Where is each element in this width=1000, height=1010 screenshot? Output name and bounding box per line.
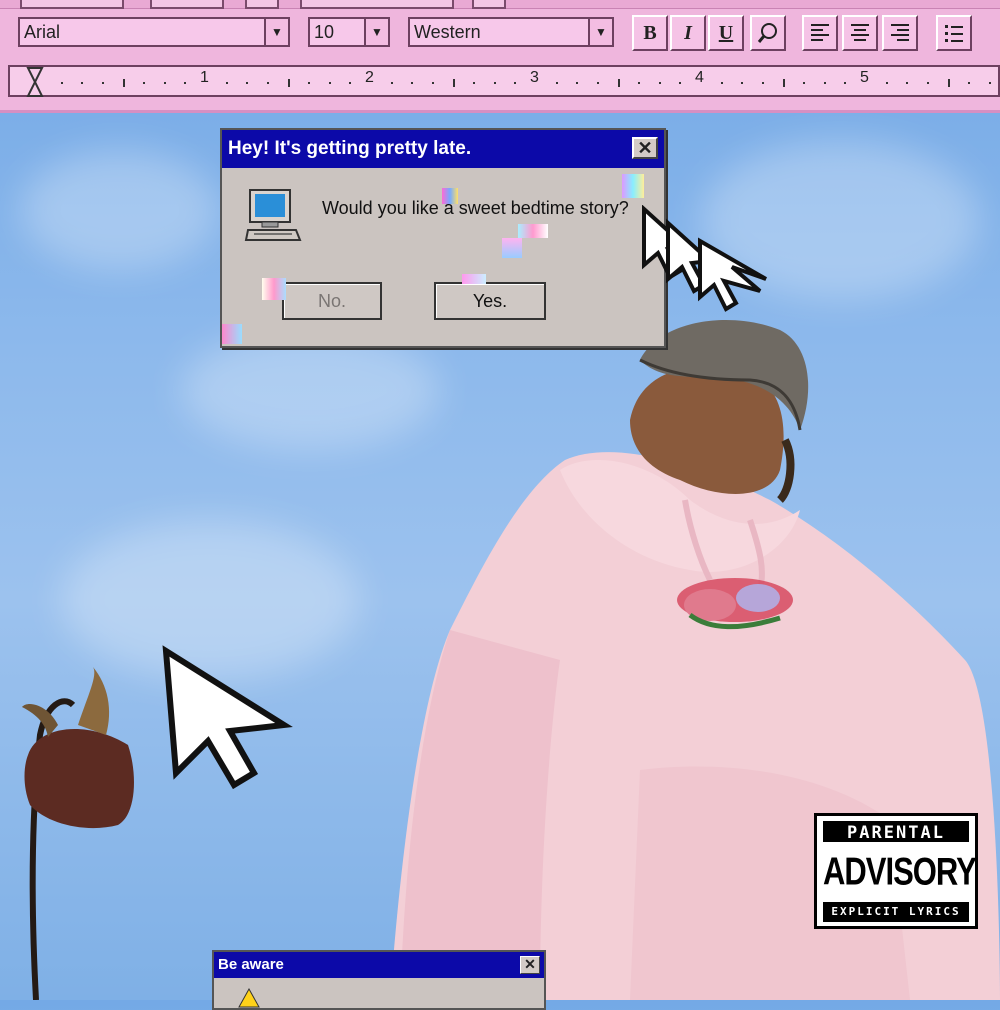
align-center-icon[interactable] — [842, 15, 878, 51]
ruler-mark — [555, 82, 558, 84]
ruler-mark — [328, 82, 331, 84]
ruler-mark — [720, 82, 723, 84]
chevron-down-icon[interactable]: ▼ — [264, 19, 288, 45]
ruler-mark — [617, 79, 620, 87]
no-button[interactable]: No. — [282, 282, 382, 320]
ruler-mark — [782, 79, 785, 87]
ruler-mark — [803, 82, 806, 84]
chevron-down-icon[interactable]: ▼ — [364, 19, 388, 45]
close-icon[interactable]: ✕ — [520, 956, 540, 974]
ruler-mark — [266, 82, 269, 84]
yes-button[interactable]: Yes. — [434, 282, 546, 320]
dialog-title: Hey! It's getting pretty late. — [222, 130, 664, 168]
highlight-icon[interactable] — [750, 15, 786, 51]
glitch-artifact — [518, 224, 548, 238]
glitch-artifact — [462, 274, 486, 284]
ruler-mark — [761, 82, 764, 84]
be-aware-dialog: Be aware ✕ — [212, 950, 546, 1010]
computer-icon — [244, 189, 302, 241]
advisory-bottom: EXPLICIT LYRICS — [823, 902, 969, 922]
ruler-mark — [225, 82, 228, 84]
dialog-message: Would you like a sweet bedtime story? — [322, 198, 629, 218]
glitch-artifact — [262, 278, 286, 300]
dialog2-title: Be aware — [214, 952, 544, 978]
late-night-dialog: Hey! It's getting pretty late. ✕ Would y… — [220, 128, 666, 348]
ruler-mark — [411, 82, 414, 84]
ruler-number: 4 — [695, 69, 704, 86]
menu-strip — [0, 0, 1000, 9]
ruler-number: 2 — [365, 69, 374, 86]
align-right-icon[interactable] — [882, 15, 918, 51]
ruler-number: 3 — [530, 69, 539, 86]
hourglass-icon[interactable] — [26, 67, 44, 97]
close-icon[interactable]: ✕ — [632, 137, 658, 159]
underline-button[interactable]: U — [708, 15, 744, 51]
ruler-mark — [308, 82, 311, 84]
ruler-mark — [287, 79, 290, 87]
ruler-mark — [473, 82, 476, 84]
ruler-mark — [576, 82, 579, 84]
ruler-mark — [844, 82, 847, 84]
parental-advisory-label: PARENTAL ADVISORY EXPLICIT LYRICS — [814, 813, 978, 929]
ruler-mark — [596, 82, 599, 84]
ruler-mark — [514, 82, 517, 84]
ruler-mark — [947, 79, 950, 87]
ruler-number: 1 — [200, 69, 209, 86]
ruler-mark — [163, 82, 166, 84]
glitch-artifact — [622, 174, 644, 198]
advisory-middle: ADVISORY — [823, 842, 977, 902]
font-name-select[interactable]: Arial ▼ — [18, 17, 290, 47]
ruler-mark — [926, 82, 929, 84]
ruler-mark — [638, 82, 641, 84]
ruler-mark — [906, 82, 909, 84]
ruler-mark — [390, 82, 393, 84]
ruler-mark — [349, 82, 352, 84]
ruler-mark — [452, 79, 455, 87]
ruler-mark — [741, 82, 744, 84]
cloud — [20, 150, 220, 270]
ruler-number: 5 — [860, 69, 869, 86]
script-select[interactable]: Western ▼ — [408, 17, 614, 47]
bold-button[interactable]: B — [632, 15, 668, 51]
ruler-mark — [122, 79, 125, 87]
ruler-mark — [658, 82, 661, 84]
glitch-artifact — [222, 324, 242, 344]
ruler-mark — [968, 82, 971, 84]
mouse-cursor-icon — [642, 205, 767, 312]
glitch-artifact — [442, 188, 458, 204]
ruler-mark — [823, 82, 826, 84]
font-size-select[interactable]: 10 ▼ — [308, 17, 390, 47]
italic-button[interactable]: I — [670, 15, 706, 51]
script-value: Western — [414, 22, 481, 42]
ruler-mark — [143, 82, 146, 84]
wilted-rose — [22, 667, 134, 1000]
ruler-mark — [60, 82, 63, 84]
font-name-value: Arial — [24, 22, 61, 42]
ruler-mark — [246, 82, 249, 84]
warning-icon — [238, 988, 260, 1008]
ruler[interactable]: 1 2 3 4 5 — [8, 65, 1000, 97]
ruler-mark — [81, 82, 84, 84]
font-size-value: 10 — [314, 22, 335, 42]
ruler-mark — [184, 82, 187, 84]
ruler-mark — [885, 82, 888, 84]
ruler-mark — [101, 82, 104, 84]
mouse-cursor-icon — [162, 645, 293, 790]
ruler-mark — [988, 82, 991, 84]
bullets-icon[interactable] — [936, 15, 972, 51]
ruler-mark — [431, 82, 434, 84]
glitch-artifact — [502, 238, 522, 258]
word-toolbar: Arial ▼ 10 ▼ Western ▼ B I U 1 2 3 4 5 — [0, 0, 1000, 113]
ruler-mark — [493, 82, 496, 84]
ruler-mark — [679, 82, 682, 84]
chevron-down-icon[interactable]: ▼ — [588, 19, 612, 45]
align-left-icon[interactable] — [802, 15, 838, 51]
